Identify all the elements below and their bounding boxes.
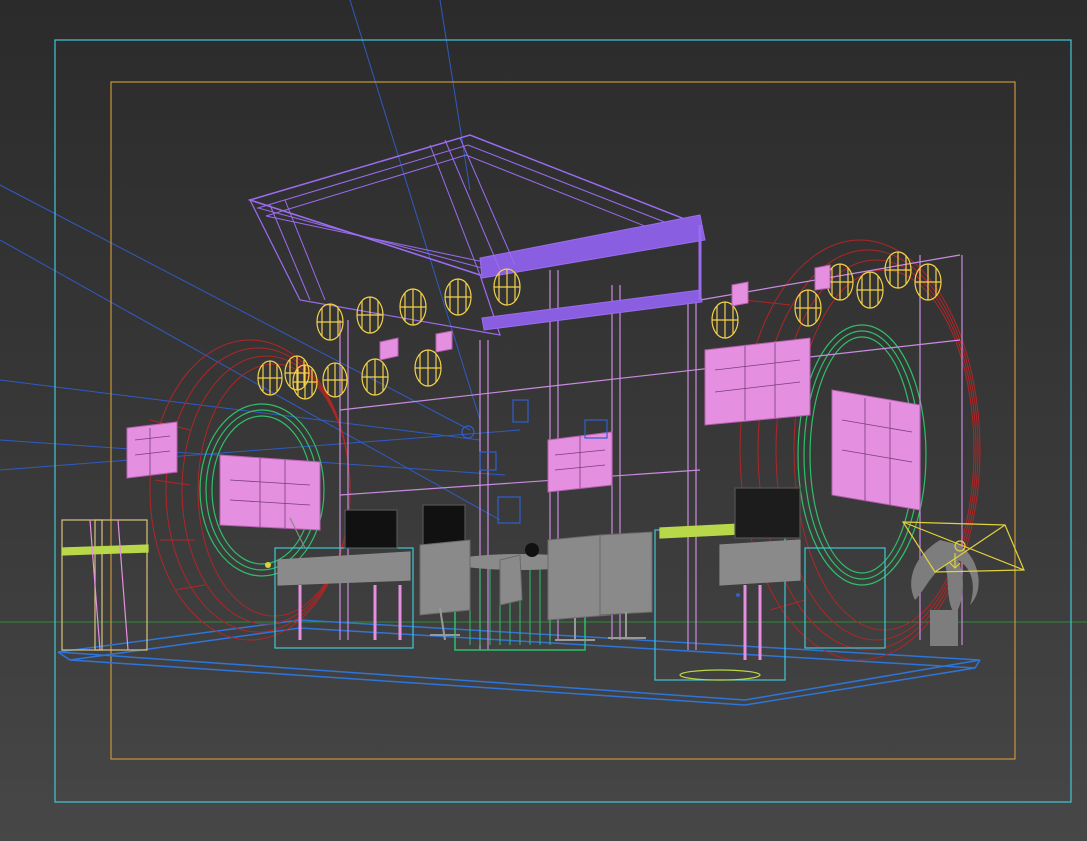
lamp xyxy=(884,251,912,289)
lamp xyxy=(493,268,521,306)
floor-platform[interactable] xyxy=(57,619,981,706)
lamp xyxy=(711,301,739,339)
lamp xyxy=(914,263,942,301)
lamp xyxy=(316,303,344,341)
lamp xyxy=(292,364,318,400)
lamp xyxy=(399,288,427,326)
lamp xyxy=(322,362,348,398)
lamp xyxy=(356,296,384,334)
lamp xyxy=(414,349,442,387)
wall-panels[interactable] xyxy=(126,264,921,531)
panel xyxy=(126,264,921,531)
3d-viewport[interactable] xyxy=(0,0,1087,841)
stools-left[interactable] xyxy=(61,519,149,651)
lamp xyxy=(794,289,822,327)
lamp xyxy=(257,360,283,396)
lamp xyxy=(856,271,884,309)
lamp xyxy=(361,358,389,396)
lamp xyxy=(444,278,472,316)
camera-rays xyxy=(0,0,521,521)
viewport-canvas[interactable] xyxy=(0,0,1087,841)
lamp xyxy=(826,263,854,301)
roof-truss[interactable] xyxy=(247,134,706,336)
